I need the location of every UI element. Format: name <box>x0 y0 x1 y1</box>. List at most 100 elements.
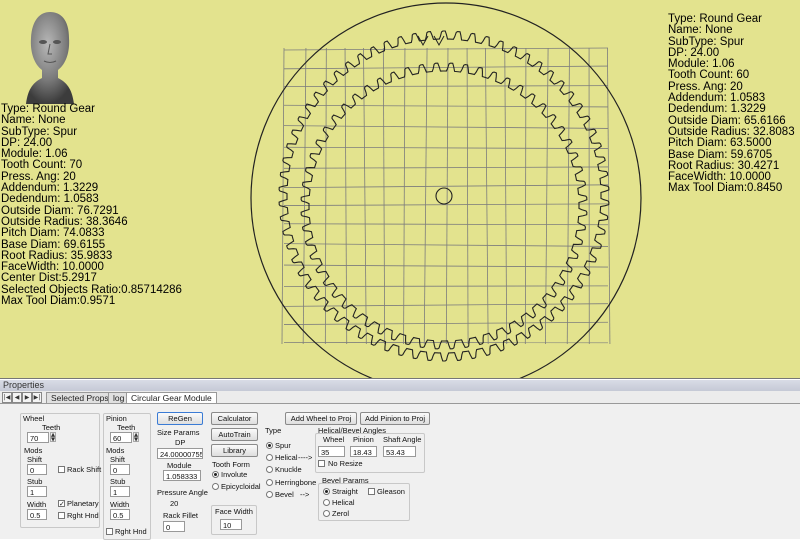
wheel-shift-label: Shift <box>27 455 43 464</box>
type-herringbone-label: Herringbone <box>275 478 317 487</box>
pinion-rght-hnd-checkbox[interactable] <box>106 528 113 535</box>
bevel-zerol-label: Zerol <box>332 509 350 518</box>
top-marker-right <box>433 35 445 47</box>
hb-wheel-label: Wheel <box>323 435 345 444</box>
wheel-stub-input[interactable]: 1 <box>27 486 47 497</box>
face-width-input[interactable]: 10 <box>220 519 242 530</box>
dp-label: DP <box>175 438 186 447</box>
info-line: Dedendum: 1.3229 <box>668 103 766 116</box>
planetary-checkbox[interactable]: ✓ <box>58 500 65 508</box>
properties-title: Properties <box>0 380 800 391</box>
bevel-straight-radio[interactable] <box>323 488 330 495</box>
bevel-zerol-radio[interactable] <box>323 510 330 517</box>
hb-pinion-label: Pinion <box>353 435 374 444</box>
bevel-helical-radio[interactable] <box>323 499 330 506</box>
info-line: Name: None <box>668 24 733 37</box>
epicycloidal-label: Epicycloidal <box>221 482 261 491</box>
pinion-title: Pinion <box>106 414 127 423</box>
type-helical-label: Helical <box>275 453 298 462</box>
gear-viewport[interactable]: Type: Round Gear Name: None SubType: Spur D… <box>0 0 800 379</box>
hb-pinion-input[interactable]: 18.43 <box>350 446 377 457</box>
wheel-info-panel: Type: Round Gear Name: None SubType: Spur D… <box>1 103 182 308</box>
rack-fillet-input[interactable]: 0 <box>163 521 185 532</box>
gleason-label: Gleason <box>377 487 405 496</box>
pinion-rght-hnd-label: Rght Hnd <box>115 527 147 536</box>
last-tab-icon[interactable]: ▶| <box>32 392 42 403</box>
pressure-angle-value[interactable]: 20 <box>170 499 178 508</box>
pinion-stub-label: Stub <box>110 477 126 486</box>
pinion-info-panel: Type: Round Gear Name: None SubType: Spur D… <box>668 13 795 195</box>
gleason-checkbox[interactable] <box>368 488 375 495</box>
involute-radio[interactable] <box>212 471 219 478</box>
library-button[interactable]: Library <box>211 444 258 457</box>
wheel-teeth-label: Teeth <box>42 423 61 432</box>
wheel-stub-label: Stub <box>27 477 43 486</box>
tooth-form-label: Tooth Form <box>212 460 250 469</box>
wheel-title: Wheel <box>23 414 45 423</box>
pinion-shift-label: Shift <box>110 455 126 464</box>
pressure-angle-label: Pressure Angle <box>157 488 208 497</box>
pinion-width-input[interactable]: 0.5 <box>110 509 130 520</box>
involute-label: Involute <box>221 470 248 479</box>
info-line: Pitch Diam: 74.0833 <box>1 227 105 240</box>
pinion-mods-label: Mods <box>106 446 125 455</box>
type-spur-radio[interactable] <box>266 442 273 449</box>
epicycloidal-radio[interactable] <box>212 483 219 490</box>
pinion-teeth-label: Teeth <box>117 423 136 432</box>
helical-arrow: ----> <box>298 453 313 462</box>
tab-circular-gear-module[interactable]: Circular Gear Module <box>126 392 217 403</box>
bevel-params-label: Bevel Params <box>322 476 369 485</box>
pinion-stub-input[interactable]: 1 <box>110 486 130 497</box>
type-helical-radio[interactable] <box>266 454 273 461</box>
helical-bevel-label: Helical/Bevel Angles <box>318 426 386 435</box>
first-tab-icon[interactable]: |◀ <box>2 392 12 403</box>
info-line: Max Tool Diam:0.9571 <box>1 295 116 308</box>
module-input[interactable]: 1.058333 <box>163 470 201 481</box>
gear-module-panel: Wheel Teeth 70 ▲ ▼ Mods Shift 0 Rack Shif… <box>0 404 800 540</box>
bevel-arrow: --> <box>300 490 310 499</box>
regen-button[interactable]: ReGen <box>157 412 203 425</box>
hb-wheel-input[interactable]: 35 <box>318 446 345 457</box>
wheel-mods-label: Mods <box>24 446 43 455</box>
no-resize-checkbox[interactable] <box>318 460 325 467</box>
no-resize-label: No Resize <box>328 459 363 468</box>
module-label: Module <box>167 461 192 470</box>
bevel-helical-label: Helical <box>332 498 355 507</box>
type-spur-label: Spur <box>275 441 291 450</box>
pinion-shift-input[interactable]: 0 <box>110 464 130 475</box>
type-bevel-radio[interactable] <box>266 491 273 498</box>
type-knuckle-radio[interactable] <box>266 466 273 473</box>
rack-shift-checkbox[interactable] <box>58 466 65 473</box>
next-tab-icon[interactable]: ▶ <box>22 392 32 403</box>
planetary-label: Planetary <box>67 499 99 508</box>
type-bevel-label: Bevel <box>275 490 294 499</box>
rack-shift-label: Rack Shift <box>67 465 102 474</box>
info-line: Dedendum: 1.0583 <box>1 193 99 206</box>
pinion-teeth-input[interactable]: 60 <box>110 432 132 443</box>
properties-tabbar: |◀ ◀ ▶ ▶| Selected Props log Circular Ge… <box>0 391 800 404</box>
prev-tab-icon[interactable]: ◀ <box>12 392 22 403</box>
info-line: Pitch Diam: 63.5000 <box>668 137 772 150</box>
info-line: Name: None <box>1 114 66 127</box>
autotrain-button[interactable]: AutoTrain <box>211 428 258 441</box>
type-knuckle-label: Knuckle <box>275 465 302 474</box>
wheel-teeth-spinner[interactable]: ▲ ▼ <box>50 432 56 443</box>
rack-fillet-label: Rack Fillet <box>163 511 199 520</box>
add-wheel-to-proj-button[interactable]: Add Wheel to Proj <box>285 412 357 425</box>
shaft-angle-input[interactable]: 53.43 <box>383 446 416 457</box>
wheel-rght-hnd-checkbox[interactable] <box>58 512 65 519</box>
wheel-width-input[interactable]: 0.5 <box>27 509 47 520</box>
pinion-teeth-spinner[interactable]: ▲ ▼ <box>133 432 139 443</box>
wheel-teeth-input[interactable]: 70 <box>27 432 49 443</box>
calculator-button[interactable]: Calculator <box>211 412 258 425</box>
info-line: Max Tool Diam:0.8450 <box>668 182 783 195</box>
add-pinion-to-proj-button[interactable]: Add Pinion to Proj <box>360 412 430 425</box>
wheel-shift-input[interactable]: 0 <box>27 464 47 475</box>
size-params-label: Size Params <box>157 428 200 437</box>
type-herringbone-radio[interactable] <box>266 479 273 486</box>
tab-selected-props[interactable]: Selected Props <box>46 392 114 403</box>
pinion-width-label: Width <box>110 500 130 509</box>
center-hole-circle <box>435 187 453 205</box>
type-label: Type <box>265 426 282 435</box>
dp-input[interactable]: 24.00000755 <box>157 448 203 459</box>
